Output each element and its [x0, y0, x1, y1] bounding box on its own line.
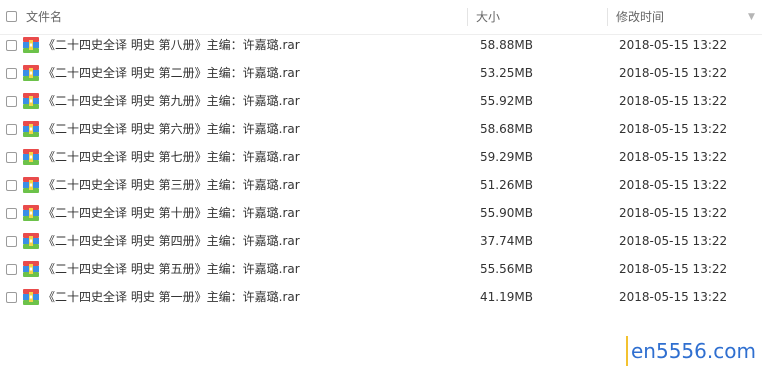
rar-archive-icon: [23, 149, 39, 165]
file-modified-time: 2018-05-15 13:22: [619, 206, 728, 220]
file-row-checkbox[interactable]: [6, 236, 17, 247]
file-size: 59.29MB: [480, 150, 533, 164]
file-size: 37.74MB: [480, 234, 533, 248]
file-row[interactable]: 《二十四史全译 明史 第三册》主编：许嘉璐.rar 51.26MB 2018-05-…: [0, 171, 762, 199]
file-row-checkbox[interactable]: [6, 152, 17, 163]
file-row[interactable]: 《二十四史全译 明史 第七册》主编：许嘉璐.rar 59.29MB 2018-05-…: [0, 143, 762, 171]
file-size: 55.56MB: [480, 262, 533, 276]
file-name[interactable]: 《二十四史全译 明史 第六册》主编：许嘉璐.rar: [43, 115, 300, 143]
rar-archive-icon: [23, 261, 39, 277]
file-name[interactable]: 《二十四史全译 明史 第七册》主编：许嘉璐.rar: [43, 143, 300, 171]
file-size: 53.25MB: [480, 66, 533, 80]
file-row-checkbox[interactable]: [6, 208, 17, 219]
file-modified-time: 2018-05-15 13:22: [619, 66, 728, 80]
file-modified-time: 2018-05-15 13:22: [619, 290, 728, 304]
column-header-modified[interactable]: 修改时间: [616, 0, 664, 34]
rar-archive-icon: [23, 205, 39, 221]
file-modified-time: 2018-05-15 13:22: [619, 122, 728, 136]
file-list-header: 文件名 大小 修改时间 ▼: [0, 0, 762, 35]
select-all-checkbox[interactable]: [6, 11, 17, 22]
file-row-checkbox[interactable]: [6, 264, 17, 275]
file-row[interactable]: 《二十四史全译 明史 第九册》主编：许嘉璐.rar 55.92MB 2018-05-…: [0, 87, 762, 115]
column-header-size[interactable]: 大小: [476, 0, 500, 34]
file-row-checkbox[interactable]: [6, 124, 17, 135]
file-size: 55.92MB: [480, 94, 533, 108]
file-name[interactable]: 《二十四史全译 明史 第八册》主编：许嘉璐.rar: [43, 31, 300, 59]
file-modified-time: 2018-05-15 13:22: [619, 262, 728, 276]
watermark-text: en5556.com: [626, 336, 756, 366]
column-header-name[interactable]: 文件名: [26, 0, 62, 34]
file-row-checkbox[interactable]: [6, 40, 17, 51]
rar-archive-icon: [23, 93, 39, 109]
file-row[interactable]: 《二十四史全译 明史 第四册》主编：许嘉璐.rar 37.74MB 2018-05-…: [0, 227, 762, 255]
file-row-checkbox[interactable]: [6, 96, 17, 107]
file-size: 55.90MB: [480, 206, 533, 220]
column-divider[interactable]: [467, 8, 468, 26]
file-row[interactable]: 《二十四史全译 明史 第八册》主编：许嘉璐.rar 58.88MB 2018-05-…: [0, 31, 762, 59]
file-size: 58.88MB: [480, 38, 533, 52]
file-row-checkbox[interactable]: [6, 68, 17, 79]
rar-archive-icon: [23, 65, 39, 81]
file-row[interactable]: 《二十四史全译 明史 第二册》主编：许嘉璐.rar 53.25MB 2018-05-…: [0, 59, 762, 87]
file-size: 51.26MB: [480, 178, 533, 192]
file-name[interactable]: 《二十四史全译 明史 第九册》主编：许嘉璐.rar: [43, 87, 300, 115]
rar-archive-icon: [23, 233, 39, 249]
file-name[interactable]: 《二十四史全译 明史 第一册》主编：许嘉璐.rar: [43, 283, 300, 311]
file-name[interactable]: 《二十四史全译 明史 第四册》主编：许嘉璐.rar: [43, 227, 300, 255]
rar-archive-icon: [23, 289, 39, 305]
file-size: 58.68MB: [480, 122, 533, 136]
file-modified-time: 2018-05-15 13:22: [619, 178, 728, 192]
file-modified-time: 2018-05-15 13:22: [619, 234, 728, 248]
file-modified-time: 2018-05-15 13:22: [619, 38, 728, 52]
file-row[interactable]: 《二十四史全译 明史 第一册》主编：许嘉璐.rar 41.19MB 2018-05-…: [0, 283, 762, 311]
rar-archive-icon: [23, 177, 39, 193]
chevron-down-icon[interactable]: ▼: [748, 0, 755, 34]
file-row-checkbox[interactable]: [6, 180, 17, 191]
file-name[interactable]: 《二十四史全译 明史 第五册》主编：许嘉璐.rar: [43, 255, 300, 283]
file-size: 41.19MB: [480, 290, 533, 304]
file-modified-time: 2018-05-15 13:22: [619, 150, 728, 164]
file-name[interactable]: 《二十四史全译 明史 第三册》主编：许嘉璐.rar: [43, 171, 300, 199]
rar-archive-icon: [23, 37, 39, 53]
file-modified-time: 2018-05-15 13:22: [619, 94, 728, 108]
file-row[interactable]: 《二十四史全译 明史 第六册》主编：许嘉璐.rar 58.68MB 2018-05-…: [0, 115, 762, 143]
file-name[interactable]: 《二十四史全译 明史 第十册》主编：许嘉璐.rar: [43, 199, 300, 227]
file-name[interactable]: 《二十四史全译 明史 第二册》主编：许嘉璐.rar: [43, 59, 300, 87]
file-row[interactable]: 《二十四史全译 明史 第五册》主编：许嘉璐.rar 55.56MB 2018-05-…: [0, 255, 762, 283]
file-row-checkbox[interactable]: [6, 292, 17, 303]
rar-archive-icon: [23, 121, 39, 137]
column-divider[interactable]: [607, 8, 608, 26]
file-row[interactable]: 《二十四史全译 明史 第十册》主编：许嘉璐.rar 55.90MB 2018-05-…: [0, 199, 762, 227]
